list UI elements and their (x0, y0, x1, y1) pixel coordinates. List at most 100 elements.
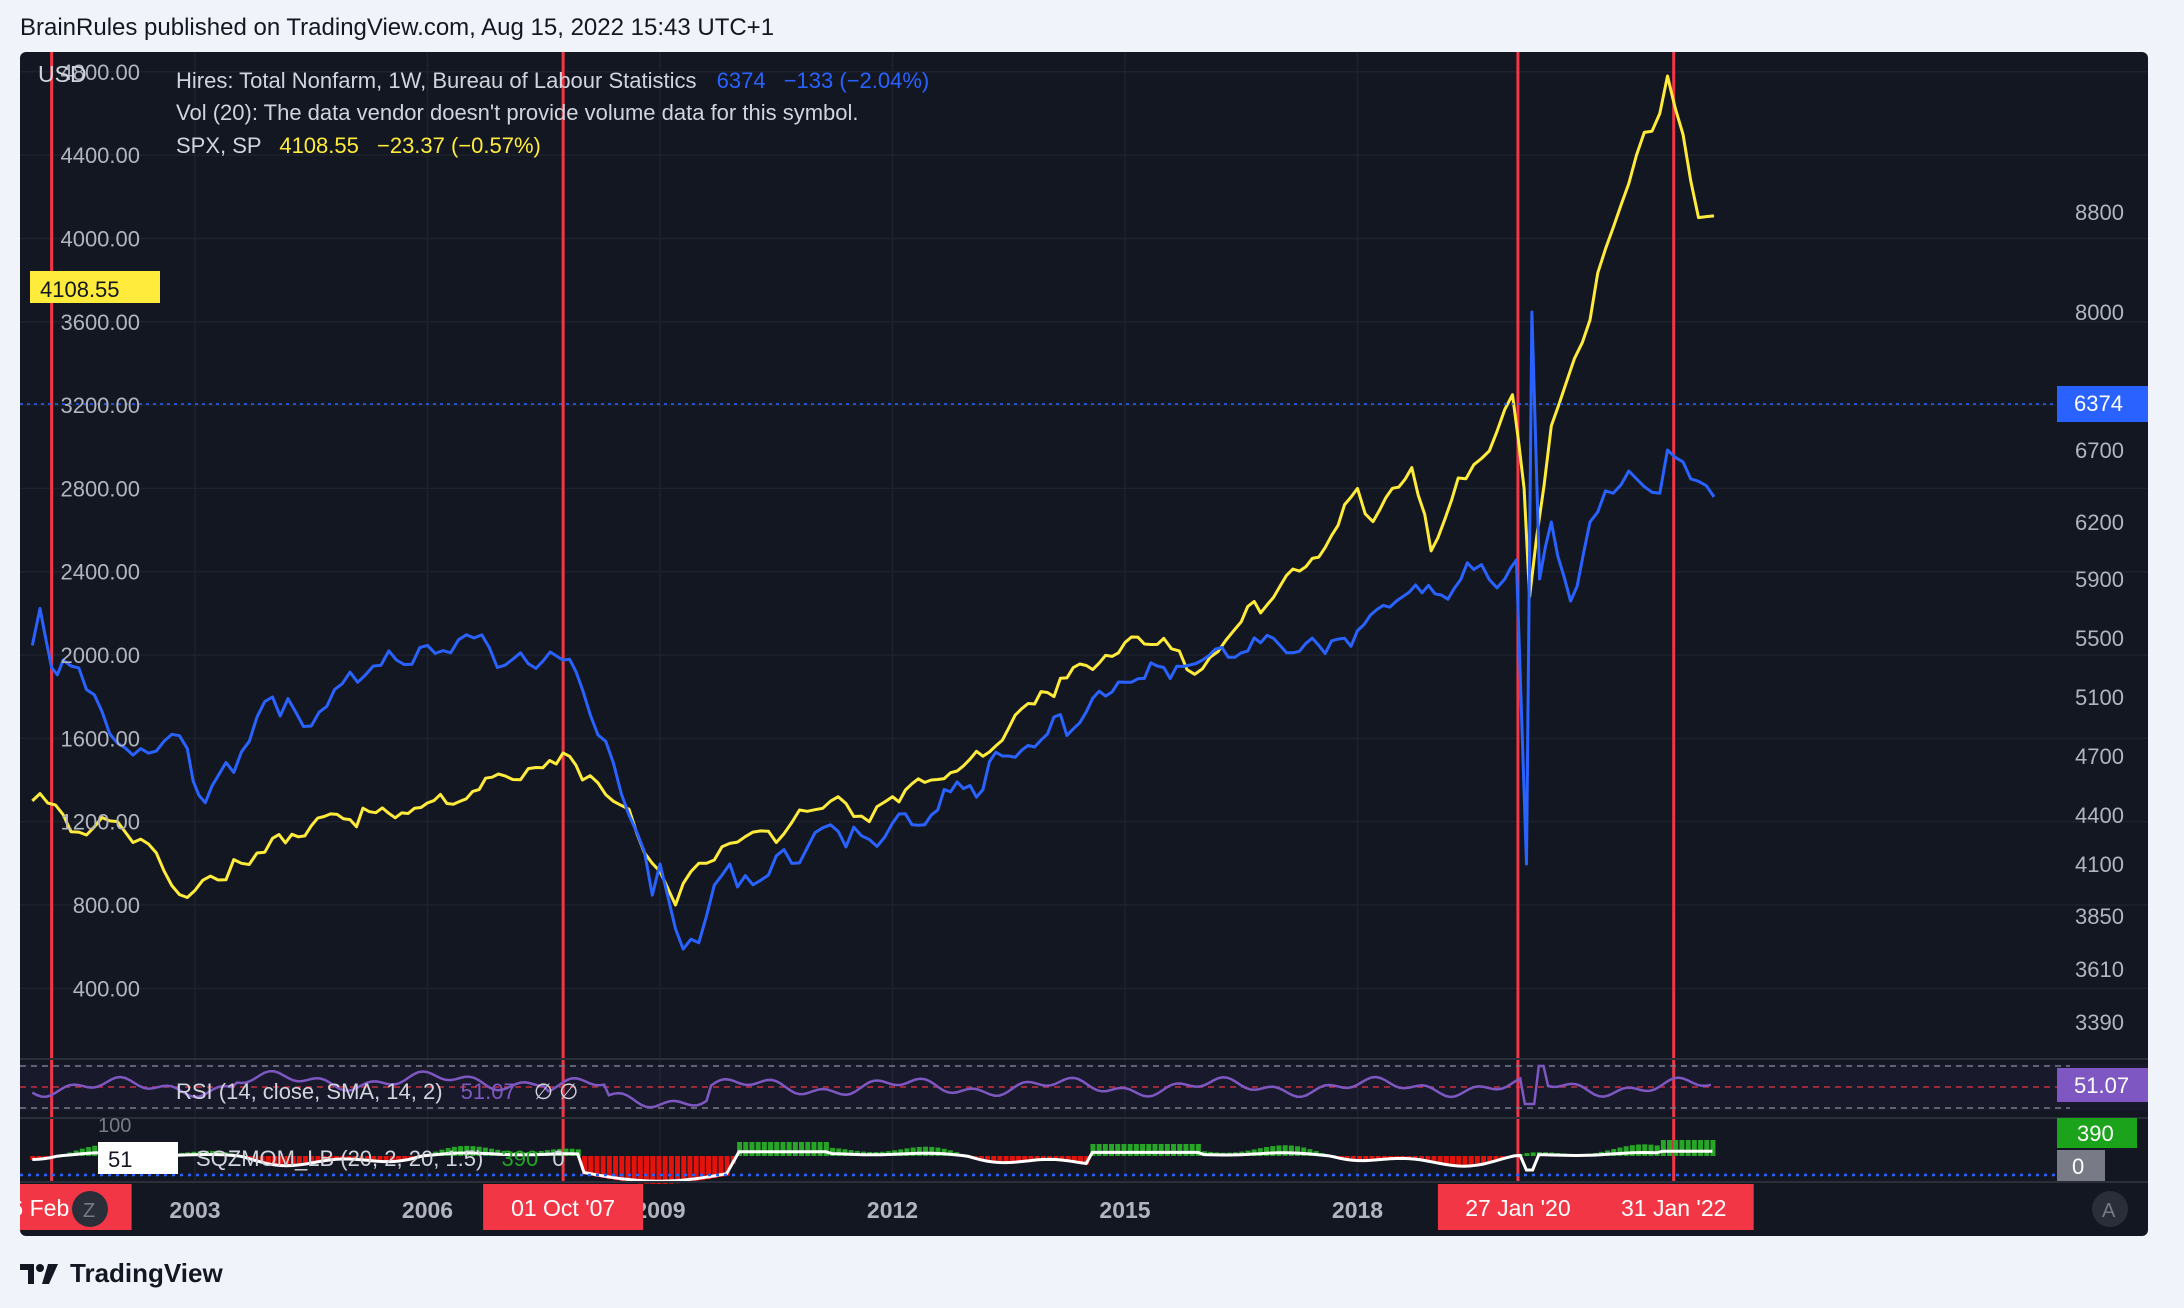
sqz-bar (1109, 1144, 1115, 1156)
sqz-bar (1276, 1145, 1282, 1156)
left-tick-label: 2400.00 (60, 560, 140, 585)
rsi-legend-value: 51.07 (461, 1079, 516, 1104)
sqz-bar (755, 1142, 761, 1156)
rsi-value-badge-text: 51.07 (2074, 1073, 2129, 1098)
right-tick-label: 5100 (2075, 685, 2124, 710)
footer-brand: TradingView (70, 1258, 223, 1288)
spx-price-badge-text: 4108.55 (40, 277, 120, 302)
sqz-bar (817, 1142, 823, 1156)
sqz-bar (1133, 1144, 1139, 1156)
sqz-bar (1164, 1144, 1170, 1156)
left-tick-label: 3200.00 (60, 393, 140, 418)
legend-spx-value: 4108.55 (279, 133, 359, 158)
sqz-bar (1530, 1152, 1536, 1156)
sqz-bar (780, 1142, 786, 1156)
sqz-bar (1096, 1144, 1102, 1156)
sqz-bar (1679, 1140, 1685, 1156)
sqz-right-badge-bottom-text: 0 (2072, 1154, 2084, 1179)
left-tick-label: 3600.00 (60, 310, 140, 335)
sqz-bar (1704, 1140, 1710, 1156)
time-tick-label: 2018 (1332, 1197, 1383, 1223)
sqz-bar (1698, 1140, 1704, 1156)
sqz-bar (805, 1142, 811, 1156)
sqz-bar (1171, 1144, 1177, 1156)
sqz-bar (768, 1142, 774, 1156)
legend-hires[interactable]: Hires: Total Nonfarm, 1W, Bureau of Labo… (176, 68, 929, 93)
sqz-bar (1183, 1144, 1189, 1156)
event-date-label: 01 Oct '07 (511, 1195, 615, 1221)
sqz-bar (786, 1142, 792, 1156)
sqz-left-badge-text: 51 (108, 1147, 132, 1172)
right-tick-label: 3390 (2075, 1010, 2124, 1035)
time-tick-label: 2003 (169, 1197, 220, 1223)
sqz-bar (1685, 1140, 1691, 1156)
sqz-bar (792, 1142, 798, 1156)
event-date-label: 31 Jan '22 (1621, 1195, 1726, 1221)
auto-scale-button-label: A (2102, 1200, 2116, 1222)
hires-price-badge-text: 6374 (2074, 391, 2123, 416)
sqz-bar (1102, 1144, 1108, 1156)
sqz-top-tick: 100 (98, 1115, 131, 1137)
left-tick-label: 400.00 (73, 976, 140, 1001)
sqz-bar (774, 1142, 780, 1156)
right-tick-label: 6700 (2075, 438, 2124, 463)
sqz-bar (1127, 1144, 1133, 1156)
zoom-left-button-label: Z (83, 1200, 95, 1222)
sqz-bar (1189, 1144, 1195, 1156)
currency-label: USD (38, 61, 87, 87)
sqz-legend[interactable]: SQZMOM_LB (20, 2, 20, 1.5) 390 0 (196, 1146, 565, 1171)
sqz-bar (749, 1142, 755, 1156)
sqz-legend-extra: 0 (552, 1146, 564, 1171)
footer: TradingView (20, 1258, 223, 1289)
sqz-bar (1667, 1140, 1673, 1156)
sqz-bar (1282, 1145, 1288, 1156)
rsi-legend-extra: ∅ ∅ (534, 1079, 578, 1104)
left-tick-label: 4400.00 (60, 143, 140, 168)
left-tick-label: 4000.00 (60, 226, 140, 251)
legend-spx-name: SPX, SP (176, 133, 261, 158)
legend-hires-name: Hires: Total Nonfarm, 1W, Bureau of Labo… (176, 68, 697, 93)
right-tick-label: 3610 (2075, 957, 2124, 982)
sqz-bar (743, 1142, 749, 1156)
sqz-legend-name: SQZMOM_LB (20, 2, 20, 1.5) (196, 1146, 483, 1171)
sqz-bar (1121, 1144, 1127, 1156)
left-tick-label: 2000.00 (60, 643, 140, 668)
right-tick-label: 5500 (2075, 626, 2124, 651)
left-tick-label: 800.00 (73, 893, 140, 918)
right-tick-label: 3850 (2075, 904, 2124, 929)
event-date-label: 27 Jan '20 (1465, 1195, 1570, 1221)
sqz-bar (1140, 1144, 1146, 1156)
left-tick-label: 1200.00 (60, 810, 140, 835)
right-tick-label: 4100 (2075, 852, 2124, 877)
legend-hires-change: −133 (−2.04%) (784, 68, 930, 93)
sqz-bar (1636, 1144, 1642, 1156)
time-tick-label: 2012 (867, 1197, 918, 1223)
right-tick-label: 4400 (2075, 803, 2124, 828)
sqz-bar (1660, 1140, 1666, 1156)
legend-spx-change: −23.37 (−0.57%) (377, 133, 541, 158)
right-tick-label: 8000 (2075, 300, 2124, 325)
right-tick-label: 4700 (2075, 744, 2124, 769)
sqz-bar (761, 1142, 767, 1156)
sqz-bar (799, 1142, 805, 1156)
chart-area[interactable]: 4800.004400.004000.003600.003200.002800.… (20, 52, 2148, 1236)
sqz-bar (1648, 1144, 1654, 1156)
legend-vol[interactable]: Vol (20): The data vendor doesn't provid… (176, 100, 859, 125)
time-tick-label: 2006 (402, 1197, 453, 1223)
sqz-bar (811, 1142, 817, 1156)
sqz-legend-value: 390 (501, 1146, 538, 1171)
left-tick-label: 2800.00 (60, 476, 140, 501)
sqz-bar (1629, 1145, 1635, 1156)
sqz-bar (1710, 1140, 1716, 1156)
right-tick-label: 5900 (2075, 567, 2124, 592)
sqz-bar (1146, 1144, 1152, 1156)
published-line: BrainRules published on TradingView.com,… (20, 14, 775, 41)
sqz-bar (1673, 1140, 1679, 1156)
rsi-legend-name: RSI (14, close, SMA, 14, 2) (176, 1079, 443, 1104)
sqz-bar (1115, 1144, 1121, 1156)
right-tick-label: 8800 (2075, 200, 2124, 225)
sqz-bar (1524, 1153, 1530, 1156)
legend-spx[interactable]: SPX, SP 4108.55 −23.37 (−0.57%) (176, 133, 541, 158)
sqz-bar (1691, 1140, 1697, 1156)
rsi-legend[interactable]: RSI (14, close, SMA, 14, 2) 51.07 ∅ ∅ (176, 1079, 578, 1104)
